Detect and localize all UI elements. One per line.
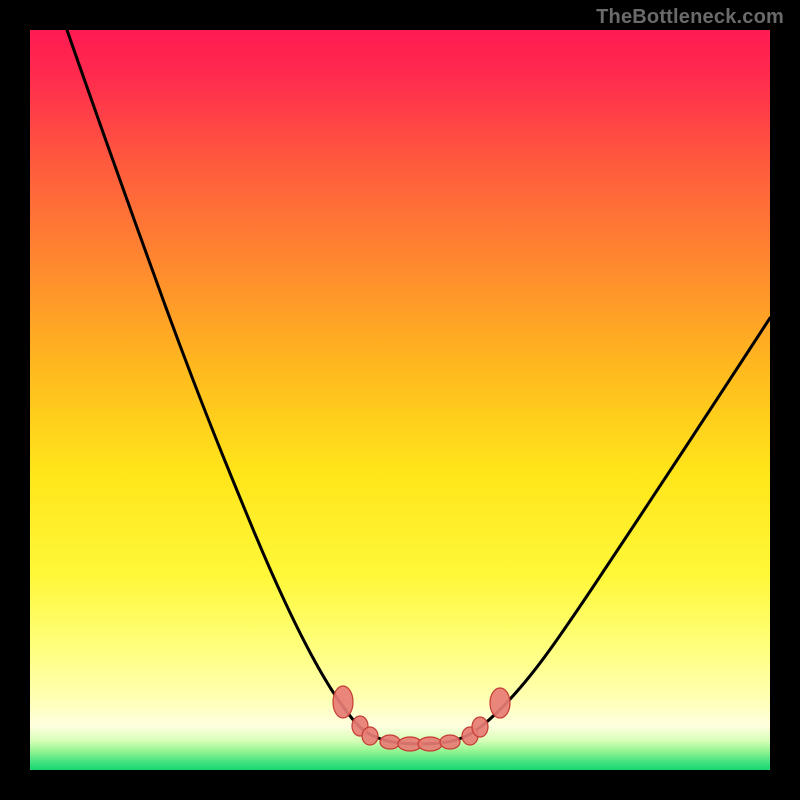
curve-marker — [362, 727, 378, 745]
curve-marker — [440, 735, 460, 749]
curve-marker — [490, 688, 510, 718]
curve-marker — [418, 737, 442, 751]
curve-marker — [472, 717, 488, 737]
curve-marker — [380, 735, 400, 749]
curve-path — [67, 30, 770, 744]
chart-frame: TheBottleneck.com — [0, 0, 800, 800]
curve-marker — [333, 686, 353, 718]
bottleneck-curve — [30, 30, 770, 770]
attribution-text: TheBottleneck.com — [596, 6, 784, 29]
plot-area — [30, 30, 770, 770]
